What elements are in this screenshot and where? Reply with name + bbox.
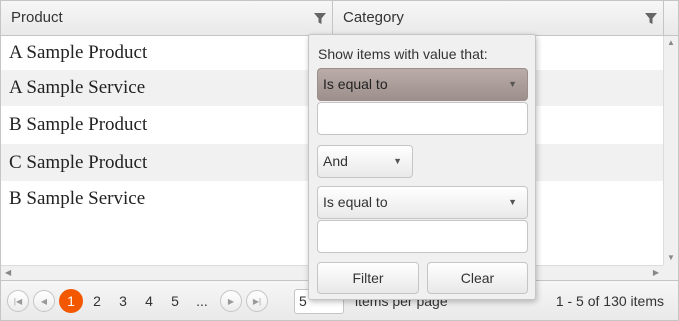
filter-value-input-1[interactable] bbox=[317, 102, 528, 135]
filter-button[interactable]: Filter bbox=[317, 262, 419, 294]
filter-value-input-2[interactable] bbox=[317, 220, 528, 253]
caret-down-icon: ▼ bbox=[508, 197, 517, 207]
logic-value: And bbox=[323, 153, 348, 169]
cell-product: B Sample Product bbox=[9, 114, 148, 135]
cell-product: A Sample Product bbox=[9, 42, 148, 63]
page-ellipsis[interactable]: ... bbox=[190, 289, 214, 313]
logic-dropdown[interactable]: And ▼ bbox=[317, 145, 413, 178]
caret-down-icon: ▼ bbox=[393, 156, 402, 166]
cell-product: B Sample Service bbox=[9, 187, 146, 209]
cell-product: C Sample Product bbox=[9, 151, 148, 173]
pager-info: 1 - 5 of 130 items bbox=[555, 293, 664, 309]
caret-down-icon: ▼ bbox=[508, 79, 517, 89]
page-number-2[interactable]: 2 bbox=[85, 289, 109, 313]
scroll-corner bbox=[663, 265, 678, 280]
next-page-icon: ▶ bbox=[227, 296, 235, 306]
header-scroll-spacer bbox=[663, 1, 678, 35]
scroll-left-icon[interactable]: ◀ bbox=[5, 269, 11, 277]
last-page-button[interactable]: ▶| bbox=[246, 290, 268, 312]
vertical-scrollbar[interactable]: ▲ ▼ bbox=[663, 36, 678, 265]
cell-product: A Sample Service bbox=[9, 77, 146, 98]
operator-dropdown-1[interactable]: Is equal to ▼ bbox=[317, 68, 528, 101]
operator-1-value: Is equal to bbox=[323, 76, 388, 92]
scroll-right-icon[interactable]: ▶ bbox=[653, 269, 659, 277]
filter-icon[interactable] bbox=[314, 13, 326, 25]
filter-icon[interactable] bbox=[645, 13, 657, 25]
grid-header: Product Category bbox=[1, 1, 678, 36]
previous-page-icon: ◀ bbox=[40, 296, 48, 306]
next-page-button[interactable]: ▶ bbox=[220, 290, 242, 312]
filter-info-label: Show items with value that: bbox=[318, 46, 488, 62]
page-number-4[interactable]: 4 bbox=[137, 289, 161, 313]
first-page-icon: |◀ bbox=[13, 296, 23, 306]
previous-page-button[interactable]: ◀ bbox=[33, 290, 55, 312]
column-header-product[interactable]: Product bbox=[1, 1, 333, 35]
page-number-3[interactable]: 3 bbox=[111, 289, 135, 313]
scroll-up-icon[interactable]: ▲ bbox=[667, 39, 675, 47]
clear-button[interactable]: Clear bbox=[427, 262, 528, 294]
column-header-category[interactable]: Category bbox=[333, 1, 663, 35]
column-header-product-label: Product bbox=[11, 9, 63, 26]
first-page-button[interactable]: |◀ bbox=[7, 290, 29, 312]
operator-dropdown-2[interactable]: Is equal to ▼ bbox=[317, 186, 528, 219]
page-number-5[interactable]: 5 bbox=[163, 289, 187, 313]
page-number-1[interactable]: 1 bbox=[59, 289, 83, 313]
last-page-icon: ▶| bbox=[252, 296, 262, 306]
scroll-down-icon[interactable]: ▼ bbox=[667, 254, 675, 262]
filter-menu: Show items with value that: Is equal to … bbox=[308, 34, 536, 300]
operator-2-value: Is equal to bbox=[323, 194, 388, 210]
column-header-category-label: Category bbox=[343, 9, 404, 26]
